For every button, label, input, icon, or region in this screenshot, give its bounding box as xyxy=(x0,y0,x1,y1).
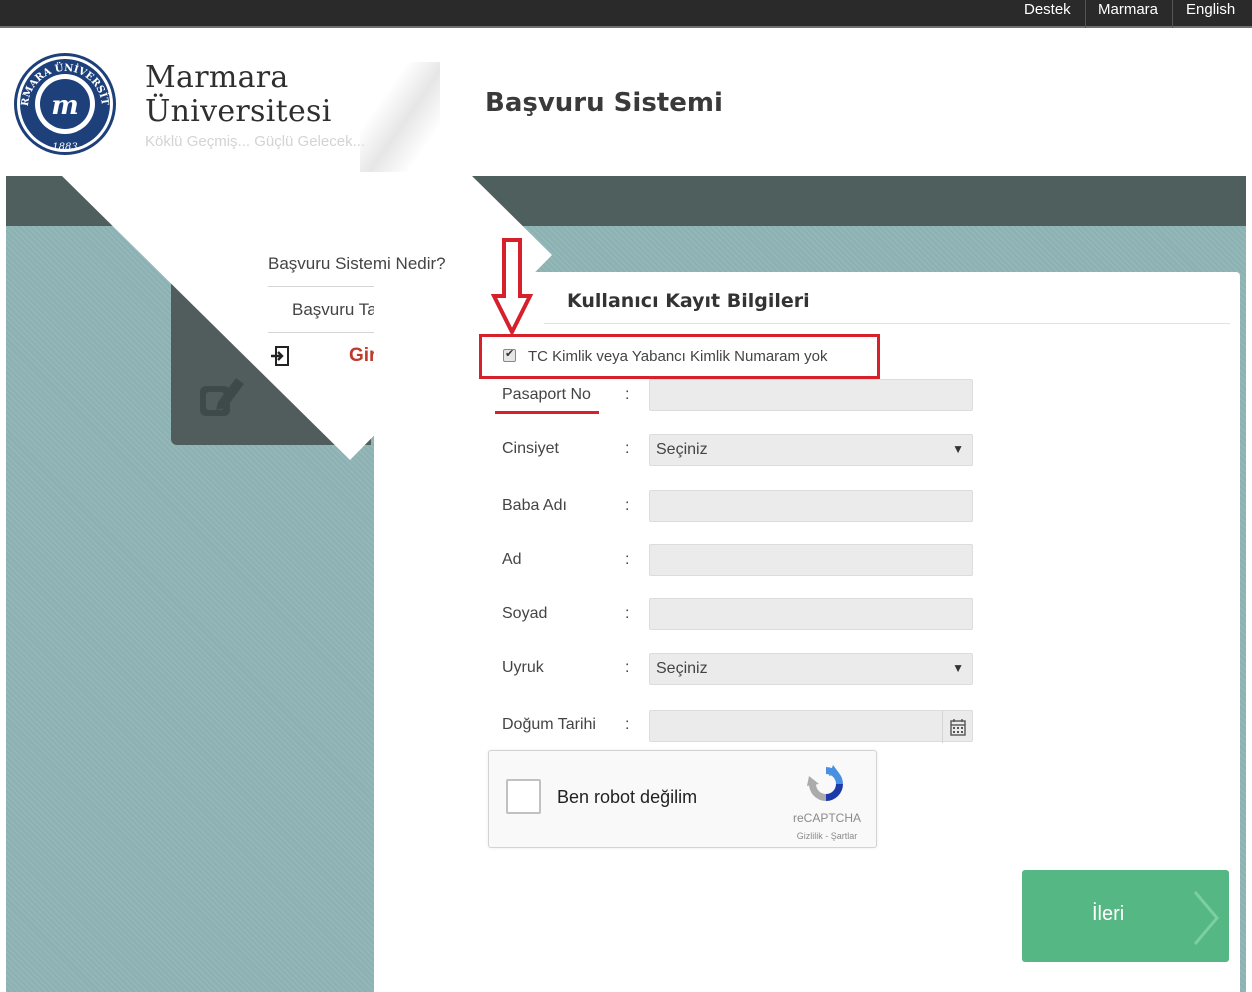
next-button-label: İleri xyxy=(1092,903,1125,925)
form-title-divider xyxy=(544,323,1230,324)
dropdown-arrow-icon: ▼ xyxy=(952,442,964,456)
birth-date-input[interactable] xyxy=(649,710,973,743)
colon: : xyxy=(625,605,630,622)
topbar-divider xyxy=(1085,0,1086,28)
gender-select-value: Seçiniz xyxy=(656,441,708,458)
colon: : xyxy=(625,497,630,514)
brand-name-line1: Marmara xyxy=(145,60,289,95)
colon: : xyxy=(625,716,630,733)
colon: : xyxy=(625,386,630,403)
gender-select[interactable]: Seçiniz ▼ xyxy=(649,434,973,466)
recaptcha-label: Ben robot değilim xyxy=(557,787,698,807)
nationality-label: Uyruk xyxy=(502,659,544,676)
calendar-icon[interactable] xyxy=(942,711,972,743)
chevron-right-icon xyxy=(1193,891,1219,945)
brand-motto: Köklü Geçmiş... Güçlü Gelecek... xyxy=(145,133,366,150)
annotation-underline xyxy=(495,411,599,414)
header-band xyxy=(6,176,1246,226)
last-name-input[interactable] xyxy=(649,598,973,630)
support-link[interactable]: Destek xyxy=(1024,1,1071,18)
passport-label: Pasaport No xyxy=(502,386,591,403)
annotation-highlight-box xyxy=(479,334,880,379)
svg-text:1883: 1883 xyxy=(52,142,77,153)
english-link[interactable]: English xyxy=(1186,1,1235,18)
nav-item-about[interactable]: Başvuru Sistemi Nedir? xyxy=(268,254,446,274)
annotation-arrow-icon xyxy=(490,238,534,337)
first-name-input[interactable] xyxy=(649,544,973,576)
recaptcha-widget: Ben robot değilim reCAPTCHA Gizlilik - Ş… xyxy=(488,750,877,848)
recaptcha-brand: reCAPTCHA xyxy=(792,811,861,825)
father-name-input[interactable] xyxy=(649,490,973,522)
edit-pen-icon xyxy=(200,378,244,416)
gender-label: Cinsiyet xyxy=(502,440,559,457)
form-title: Kullanıcı Kayıt Bilgileri xyxy=(567,290,810,312)
topbar-divider xyxy=(1172,0,1173,28)
login-arrow-icon[interactable] xyxy=(270,346,290,366)
colon: : xyxy=(625,659,630,676)
recaptcha-privacy-terms[interactable]: Gizlilik - Şartlar xyxy=(779,831,875,841)
dropdown-arrow-icon: ▼ xyxy=(952,661,964,675)
svg-text:m: m xyxy=(51,91,79,121)
brand-name-line2: Üniversitesi xyxy=(145,94,332,129)
top-bar: Destek Marmara English xyxy=(0,0,1252,28)
nationality-select-value: Seçiniz xyxy=(656,660,708,677)
nationality-select[interactable]: Seçiniz ▼ xyxy=(649,653,973,685)
recaptcha-checkbox[interactable] xyxy=(506,779,541,814)
colon: : xyxy=(625,440,630,457)
birth-date-label: Doğum Tarihi xyxy=(502,716,596,733)
recaptcha-logo-icon xyxy=(807,765,843,801)
header-decoration xyxy=(360,62,440,172)
first-name-label: Ad xyxy=(502,551,522,568)
passport-input[interactable] xyxy=(649,379,973,411)
last-name-label: Soyad xyxy=(502,605,548,622)
marmara-link[interactable]: Marmara xyxy=(1098,1,1158,18)
page-title: Başvuru Sistemi xyxy=(485,88,723,118)
next-button[interactable]: İleri xyxy=(1022,870,1229,962)
colon: : xyxy=(625,551,630,568)
university-seal-logo[interactable]: MARMARA ÜNİVERSİTESİ m 1883 xyxy=(12,52,118,156)
father-name-label: Baba Adı xyxy=(502,497,567,514)
